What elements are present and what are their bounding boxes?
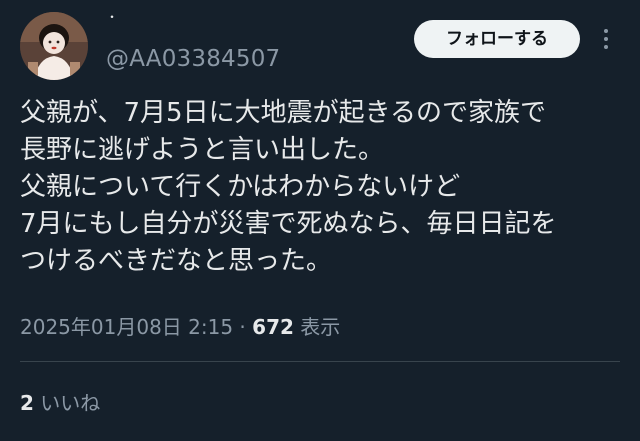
follow-button[interactable]: フォローする <box>414 20 580 58</box>
tweet-text: 父親が、7月5日に大地震が起きるので家族で 長野に逃げようと言い出した。 父親に… <box>20 98 557 276</box>
likes-label: いいね <box>40 391 101 415</box>
user-handle[interactable]: @AA03384507 <box>106 45 280 73</box>
views-count: 672 <box>252 315 294 339</box>
likes-summary[interactable]: 2 いいね <box>20 388 100 418</box>
meta-separator: · <box>233 315 253 339</box>
divider <box>20 361 620 362</box>
tweet-timestamp[interactable]: 2025年01月08日 2:15 <box>20 315 233 339</box>
tweet-meta: 2025年01月08日 2:15 · 672 表示 <box>20 312 340 342</box>
more-dot <box>604 45 608 49</box>
likes-count: 2 <box>20 391 34 415</box>
avatar-image <box>20 12 88 80</box>
more-vertical-icon[interactable] <box>596 24 616 54</box>
avatar[interactable] <box>20 12 88 80</box>
more-dot <box>604 37 608 41</box>
tweet-card: ・ @AA03384507 フォローする 父親が、7月5日に大地震が起きるので家… <box>0 0 640 441</box>
more-dot <box>604 29 608 33</box>
display-name[interactable]: ・ <box>106 10 118 24</box>
views-label: 表示 <box>300 315 341 339</box>
